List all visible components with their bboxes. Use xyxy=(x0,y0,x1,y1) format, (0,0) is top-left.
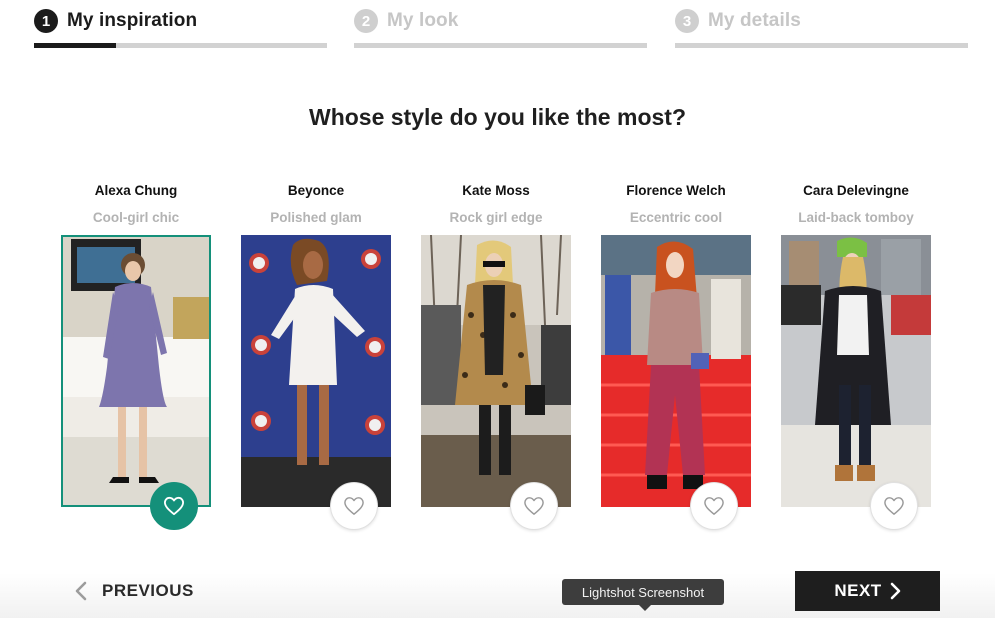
heart-icon xyxy=(344,497,364,515)
card-style: Rock girl edge xyxy=(449,210,543,225)
alexa-chung-photo xyxy=(63,237,209,505)
card-name: Beyonce xyxy=(287,183,345,198)
style-card-cara-delevingne: Cara Delevingne Laid-back tomboy xyxy=(781,180,931,540)
heart-icon xyxy=(884,497,904,515)
next-button[interactable]: NEXT xyxy=(795,571,940,611)
step-number: 2 xyxy=(354,9,378,33)
step-my-look[interactable]: 2 My look xyxy=(354,0,647,50)
lightshot-tooltip: Lightshot Screenshot xyxy=(562,579,724,611)
step-label: My inspiration xyxy=(67,10,198,31)
style-options: Alexa Chung Cool-girl chic Beyonce Polis… xyxy=(61,180,931,540)
style-photo[interactable] xyxy=(241,235,391,507)
cara-delevingne-photo xyxy=(781,235,931,507)
card-style: Polished glam xyxy=(270,210,362,225)
beyonce-photo xyxy=(241,235,391,507)
style-photo[interactable] xyxy=(781,235,931,507)
style-photo[interactable] xyxy=(61,235,211,507)
progress-stepper: 1 My inspiration 2 My look 3 My details xyxy=(34,0,968,50)
like-button[interactable] xyxy=(690,482,738,530)
heart-icon xyxy=(164,496,184,516)
step-number: 1 xyxy=(34,9,58,33)
step-my-details[interactable]: 3 My details xyxy=(675,0,968,50)
kate-moss-photo xyxy=(421,235,571,507)
step-progress-track xyxy=(34,43,327,48)
card-name: Kate Moss xyxy=(462,183,530,198)
style-card-alexa-chung: Alexa Chung Cool-girl chic xyxy=(61,180,211,540)
page-title: Whose style do you like the most? xyxy=(308,104,686,130)
previous-label: PREVIOUS xyxy=(102,581,194,600)
step-progress-track xyxy=(675,43,968,48)
florence-welch-photo xyxy=(601,235,751,507)
like-button[interactable] xyxy=(150,482,198,530)
card-name: Alexa Chung xyxy=(94,183,178,198)
step-progress-fill xyxy=(34,43,117,48)
style-photo[interactable] xyxy=(421,235,571,507)
chevron-right-icon xyxy=(890,582,900,600)
step-progress-track xyxy=(354,43,647,48)
chevron-left-icon xyxy=(75,581,87,601)
style-card-beyonce: Beyonce Polished glam xyxy=(241,180,391,540)
previous-button[interactable]: PREVIOUS xyxy=(74,578,194,604)
step-number: 3 xyxy=(675,9,699,33)
style-photo[interactable] xyxy=(601,235,751,507)
card-name: Florence Welch xyxy=(626,183,726,198)
card-style: Cool-girl chic xyxy=(92,210,180,225)
heart-icon xyxy=(524,497,544,515)
like-button[interactable] xyxy=(510,482,558,530)
card-style: Eccentric cool xyxy=(629,210,723,225)
card-style: Laid-back tomboy xyxy=(798,210,914,225)
style-card-kate-moss: Kate Moss Rock girl edge xyxy=(421,180,571,540)
style-card-florence-welch: Florence Welch Eccentric cool xyxy=(601,180,751,540)
step-label: My details xyxy=(708,10,801,31)
next-label: NEXT xyxy=(834,581,882,600)
like-button[interactable] xyxy=(330,482,378,530)
like-button[interactable] xyxy=(870,482,918,530)
step-my-inspiration[interactable]: 1 My inspiration xyxy=(34,0,327,50)
heart-icon xyxy=(704,497,724,515)
step-label: My look xyxy=(387,10,459,31)
card-name: Cara Delevingne xyxy=(803,183,909,198)
